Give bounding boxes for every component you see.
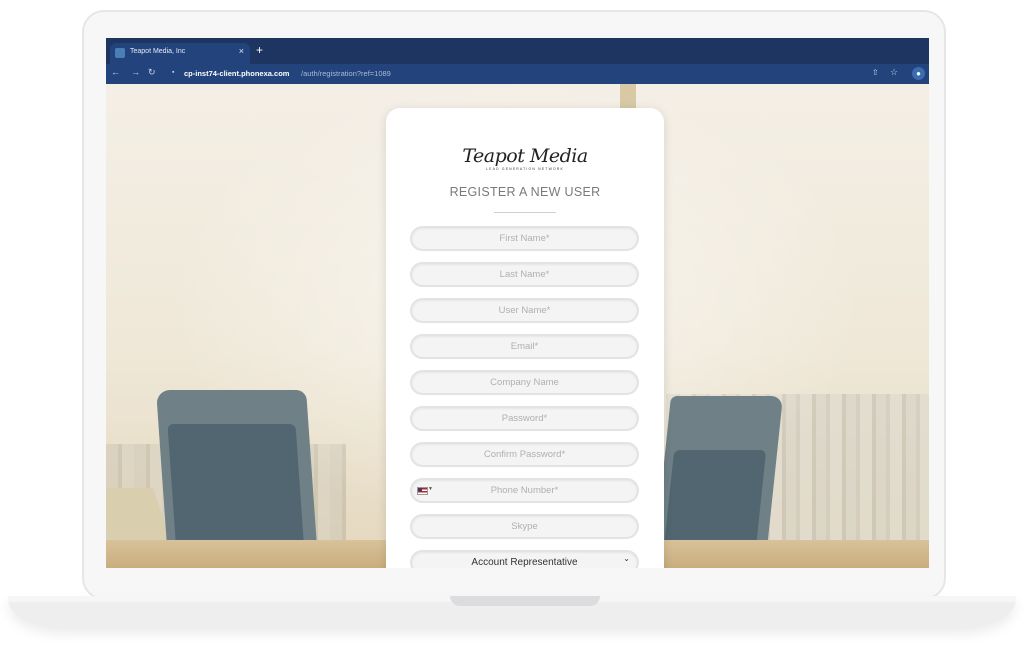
share-icon[interactable]: ⇧ [872, 68, 879, 77]
browser-tabbar: Teapot Media, Inc × + [106, 38, 929, 64]
url-path: /auth/registration?ref=1089 [301, 69, 391, 78]
confirm-password-field [410, 442, 639, 467]
chair-left-back [167, 424, 305, 554]
user-name-field [410, 298, 639, 323]
password-input[interactable] [412, 408, 637, 429]
company-name-field [410, 370, 639, 395]
logo-tagline: LEAD GENERATION NETWORK [486, 167, 564, 171]
first-name-field [410, 226, 639, 251]
reload-icon[interactable]: ↻ [148, 67, 156, 78]
company-name-input[interactable] [412, 372, 637, 393]
favicon-icon [115, 48, 125, 58]
laptop-screen: Teapot Media, Inc × + ← → ↻ ▪ cp-inst74-… [106, 38, 929, 568]
registration-card: Teapot Media LEAD GENERATION NETWORK REG… [386, 108, 664, 568]
browser-tab[interactable]: Teapot Media, Inc × [110, 43, 250, 64]
address-bar[interactable]: ▪ cp-inst74-client.phonexa.com /auth/reg… [168, 66, 898, 81]
skype-input[interactable] [412, 516, 637, 537]
url-host: cp-inst74-client.phonexa.com [184, 69, 290, 78]
tab-close-icon[interactable]: × [239, 46, 244, 56]
lock-icon: ▪ [172, 69, 175, 76]
account-representative-value: Account Representative [471, 557, 578, 568]
company-logo: Teapot Media LEAD GENERATION NETWORK [386, 146, 664, 171]
back-icon[interactable]: ← [111, 67, 120, 77]
page-title: REGISTER A NEW USER [449, 185, 601, 199]
email-input[interactable] [412, 336, 637, 357]
tab-title: Teapot Media, Inc [130, 48, 186, 55]
star-icon[interactable]: ☆ [890, 67, 898, 78]
last-name-input[interactable] [412, 264, 637, 285]
window-pillar [620, 84, 636, 110]
new-tab-button[interactable]: + [256, 44, 263, 56]
account-representative-select[interactable]: Account Representative ⌄ [410, 550, 639, 568]
profile-icon[interactable]: ● [912, 67, 925, 80]
last-name-field [410, 262, 639, 287]
browser-navbar: ← → ↻ ▪ cp-inst74-client.phonexa.com /au… [106, 64, 929, 84]
chevron-down-icon: ⌄ [623, 554, 630, 563]
title-divider [494, 212, 556, 213]
logo-script: Teapot Media [462, 145, 588, 167]
phone-input[interactable] [412, 480, 637, 501]
email-field [410, 334, 639, 359]
skype-field [410, 514, 639, 539]
phone-field: ▼ [410, 478, 639, 503]
password-field [410, 406, 639, 431]
laptop-notch [450, 596, 600, 606]
first-name-input[interactable] [412, 228, 637, 249]
user-name-input[interactable] [412, 300, 637, 321]
page-background: Teapot Media LEAD GENERATION NETWORK REG… [106, 84, 929, 568]
confirm-password-input[interactable] [412, 444, 637, 465]
forward-icon[interactable]: → [131, 67, 140, 77]
